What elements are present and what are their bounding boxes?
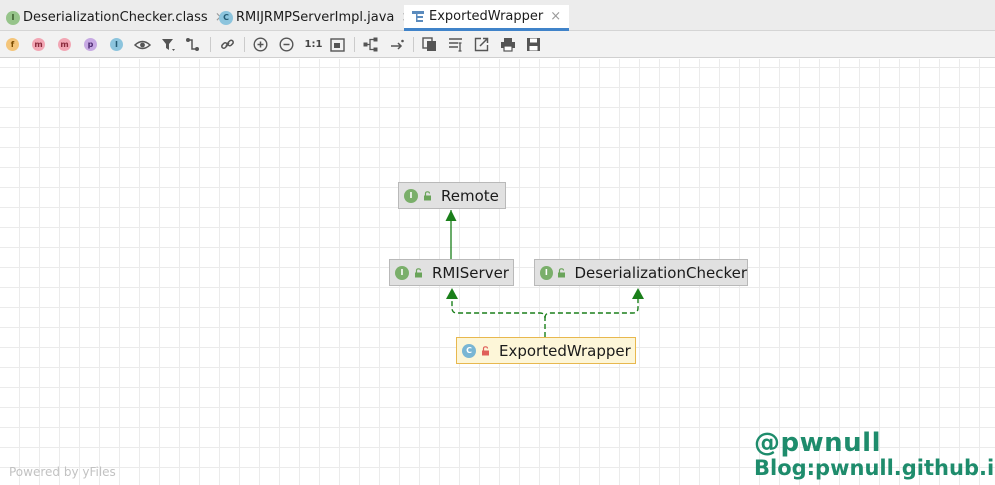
powered-by-label: Powered by yFiles	[9, 465, 116, 479]
zoom-in-icon	[253, 37, 268, 52]
fit-content-icon	[330, 37, 345, 52]
copy-button[interactable]	[421, 36, 438, 53]
node-remote[interactable]: I Remote	[398, 182, 506, 209]
toolbar-separator	[244, 37, 245, 52]
class-icon: C	[219, 10, 233, 25]
node-label: Remote	[441, 186, 499, 205]
method-icon: m	[58, 38, 71, 51]
external-link-icon	[474, 37, 489, 52]
tab-rmijrmpserverimpl[interactable]: C RMIJRMPServerImpl.java ×	[219, 5, 412, 30]
interface-icon: I	[540, 265, 553, 280]
tab-label: RMIJRMPServerImpl.java	[236, 10, 395, 25]
visibility-button[interactable]	[134, 36, 151, 53]
zoom-in-button[interactable]	[252, 36, 269, 53]
open-in-new-window-button[interactable]	[473, 36, 490, 53]
inner-class-icon: I	[110, 38, 123, 51]
edit-button[interactable]	[447, 36, 464, 53]
tab-label: ExportedWrapper	[429, 9, 544, 24]
print-button[interactable]	[499, 36, 516, 53]
link-icon	[221, 39, 234, 49]
node-label: DeserializationChecker	[574, 263, 748, 282]
actual-size-button[interactable]: 1:1	[304, 36, 323, 53]
filter-button[interactable]	[160, 36, 177, 53]
fit-content-button[interactable]	[329, 36, 346, 53]
node-label: RMIServer	[432, 263, 509, 282]
print-icon	[500, 38, 515, 52]
layout-icon	[363, 37, 378, 52]
public-lock-icon	[556, 267, 567, 278]
toolbar-separator	[210, 37, 211, 52]
copy-icon	[422, 37, 436, 51]
show-methods-button[interactable]: m	[56, 36, 73, 53]
apply-layout-icon	[391, 39, 404, 50]
zoom-out-button[interactable]	[278, 36, 295, 53]
node-exported-wrapper[interactable]: C ExportedWrapper	[456, 337, 636, 364]
toolbar-separator	[413, 37, 414, 52]
diagram-icon	[411, 10, 425, 24]
save-button[interactable]	[525, 36, 542, 53]
route-edges-icon	[186, 38, 199, 51]
show-inner-classes-button[interactable]: I	[108, 36, 125, 53]
constructor-icon: m	[32, 38, 45, 51]
tab-label: DeserializationChecker.class	[23, 10, 208, 25]
show-properties-button[interactable]: p	[82, 36, 99, 53]
show-fields-button[interactable]: f	[4, 36, 21, 53]
edit-text-icon	[448, 38, 462, 52]
close-icon[interactable]: ×	[550, 9, 561, 24]
show-constructors-button[interactable]: m	[30, 36, 47, 53]
toolbar-separator	[354, 37, 355, 52]
save-icon	[527, 38, 540, 51]
eye-icon	[134, 40, 151, 49]
zoom-out-icon	[279, 37, 294, 52]
node-deserialization-checker[interactable]: I DeserializationChecker	[534, 259, 748, 286]
apply-layout-button[interactable]	[389, 36, 406, 53]
filter-icon	[162, 38, 175, 51]
node-label: ExportedWrapper	[499, 341, 631, 360]
editor-tab-bar: I DeserializationChecker.class × C RMIJR…	[0, 0, 995, 31]
public-lock-icon	[421, 190, 433, 201]
node-rmiserver[interactable]: I RMIServer	[389, 259, 514, 286]
watermark-handle: @pwnull	[754, 428, 881, 458]
interface-icon: I	[395, 265, 409, 280]
property-icon: p	[84, 38, 97, 51]
interface-icon: I	[404, 188, 418, 203]
diagram-toolbar: f m m p I 1:1	[0, 31, 995, 58]
watermark-blog: Blog:pwnull.github.io	[754, 456, 995, 480]
public-lock-icon	[412, 267, 424, 278]
tab-deserialization-checker[interactable]: I DeserializationChecker.class ×	[6, 5, 226, 30]
field-icon: f	[6, 38, 19, 51]
class-icon: C	[462, 343, 476, 358]
tab-exported-wrapper[interactable]: ExportedWrapper ×	[404, 5, 570, 31]
interface-icon: I	[6, 10, 20, 25]
edge-routing-button[interactable]	[184, 36, 201, 53]
link-button[interactable]	[219, 36, 236, 53]
private-lock-icon	[479, 345, 491, 356]
layout-button[interactable]	[362, 36, 379, 53]
